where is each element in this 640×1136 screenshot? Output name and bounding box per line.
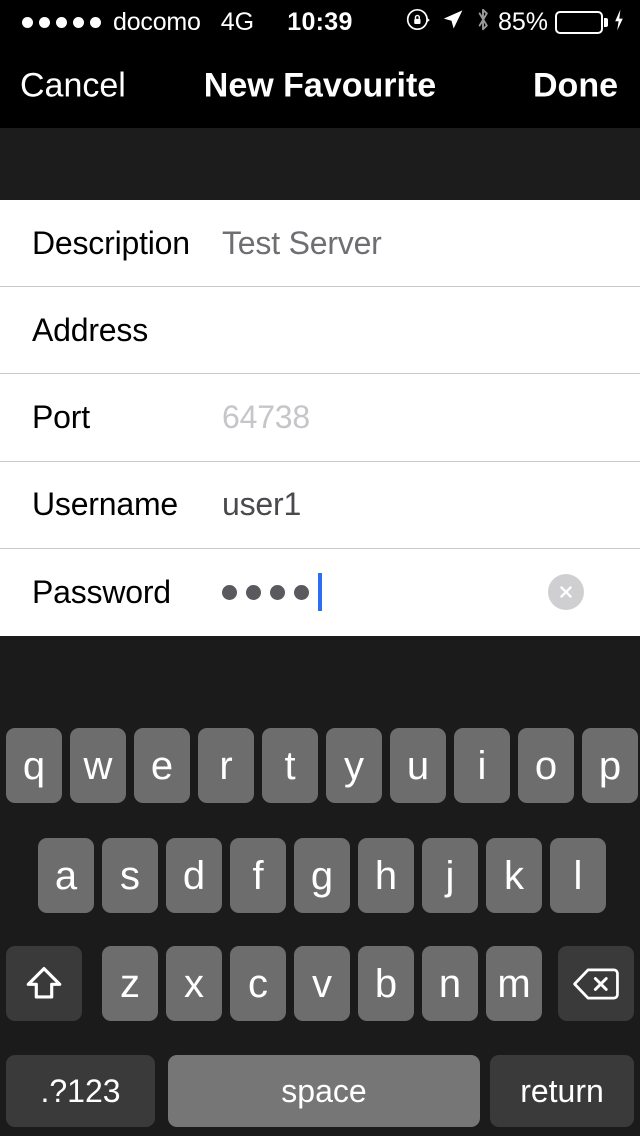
username-input[interactable]: user1 [222,486,301,523]
navigation-bar: Cancel New Favourite Done [0,44,640,128]
key-z[interactable]: z [102,946,158,1021]
backspace-icon [573,968,619,999]
form-row-description[interactable]: Description Test Server [0,200,640,288]
key-e[interactable]: e [134,728,190,803]
text-cursor [318,573,322,612]
key-a[interactable]: a [38,838,94,913]
key-b[interactable]: b [358,946,414,1021]
password-label: Password [32,573,171,610]
key-d[interactable]: d [166,838,222,913]
form-row-username[interactable]: Username user1 [0,462,640,549]
bluetooth-icon [473,6,493,38]
charging-bolt-icon [612,8,626,37]
key-x[interactable]: x [166,946,222,1021]
password-input[interactable] [222,573,322,612]
numbers-key[interactable]: .?123 [6,1055,155,1127]
form-row-password[interactable]: Password [0,549,640,636]
key-w[interactable]: w [70,728,126,803]
description-label: Description [32,224,190,261]
form-row-address[interactable]: Address [0,287,640,375]
key-q[interactable]: q [6,728,62,803]
key-l[interactable]: l [550,838,606,913]
key-m[interactable]: m [486,946,542,1021]
return-key[interactable]: return [490,1055,634,1127]
key-u[interactable]: u [390,728,446,803]
backspace-key[interactable] [558,946,634,1021]
status-bar-right: 85% [405,6,626,38]
key-f[interactable]: f [230,838,286,913]
battery-percentage-label: 85% [497,7,548,36]
key-j[interactable]: j [422,838,478,913]
key-h[interactable]: h [358,838,414,913]
location-arrow-icon [440,7,465,37]
on-screen-keyboard[interactable]: q w e r t y u i o p a s d f g h j k l z x c v b n m .?123 space retu… [0,636,640,1136]
rotation-lock-icon [405,6,432,38]
space-key[interactable]: space [168,1055,480,1127]
password-dot [222,584,237,600]
key-t[interactable]: t [262,728,318,803]
shift-arrow-icon [26,966,62,999]
status-bar: docomo 4G 10:39 85% [0,0,640,44]
key-s[interactable]: s [102,838,158,913]
key-i[interactable]: i [454,728,510,803]
shift-key[interactable] [6,946,82,1021]
key-g[interactable]: g [294,838,350,913]
section-header-spacer [0,128,640,200]
password-dot [270,584,285,600]
port-input[interactable]: 64738 [222,399,310,436]
key-n[interactable]: n [422,946,478,1021]
key-y[interactable]: y [326,728,382,803]
password-dot [246,584,261,600]
battery-icon [555,10,608,34]
username-label: Username [32,486,179,523]
key-c[interactable]: c [230,946,286,1021]
address-label: Address [32,311,148,348]
clear-text-icon[interactable] [548,574,584,611]
key-p[interactable]: p [582,728,638,803]
password-masked-dots [222,584,309,600]
app-screen: docomo 4G 10:39 85% Cancel New Favourite… [0,0,640,1136]
key-v[interactable]: v [294,946,350,1021]
port-label: Port [32,398,90,435]
key-o[interactable]: o [518,728,574,803]
description-input[interactable]: Test Server [222,225,382,262]
favourite-form: Description Test Server Address Port 647… [0,200,640,636]
key-k[interactable]: k [486,838,542,913]
form-row-port[interactable]: Port 64738 [0,374,640,462]
password-dot [294,584,309,600]
key-r[interactable]: r [198,728,254,803]
done-button[interactable]: Done [533,67,618,106]
